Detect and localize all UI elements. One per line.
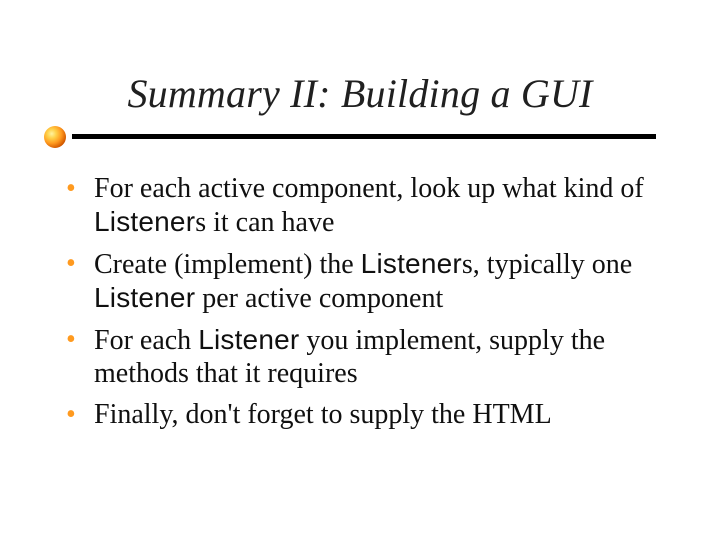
code-listener: Listener [361, 248, 462, 279]
bullet-text: For each active component, look up what … [94, 173, 644, 204]
bullet-text: Finally, don't forget to supply the HTML [94, 399, 552, 430]
bullet-item: For each active component, look up what … [60, 172, 664, 239]
slide-title: Summary II: Building a GUI [0, 70, 720, 117]
bullet-text: s, typically one [462, 249, 632, 280]
bullet-text: For each [94, 325, 198, 356]
code-listener: Listener [198, 324, 299, 355]
rule-dot-icon [44, 126, 66, 148]
rule-line [72, 134, 656, 139]
code-listener: Listener [94, 282, 195, 313]
bullet-list: For each active component, look up what … [60, 172, 664, 431]
bullet-text: per active component [195, 283, 443, 314]
bullet-text: s it can have [195, 207, 334, 238]
bullet-text: Create (implement) the [94, 249, 361, 280]
bullet-item: For each Listener you implement, supply … [60, 323, 664, 390]
bullet-item: Finally, don't forget to supply the HTML [60, 398, 664, 431]
code-listener: Listener [94, 206, 195, 237]
slide: Summary II: Building a GUI For each acti… [0, 0, 720, 540]
slide-body: For each active component, look up what … [60, 172, 664, 439]
bullet-item: Create (implement) the Listeners, typica… [60, 247, 664, 315]
title-rule [44, 126, 656, 150]
